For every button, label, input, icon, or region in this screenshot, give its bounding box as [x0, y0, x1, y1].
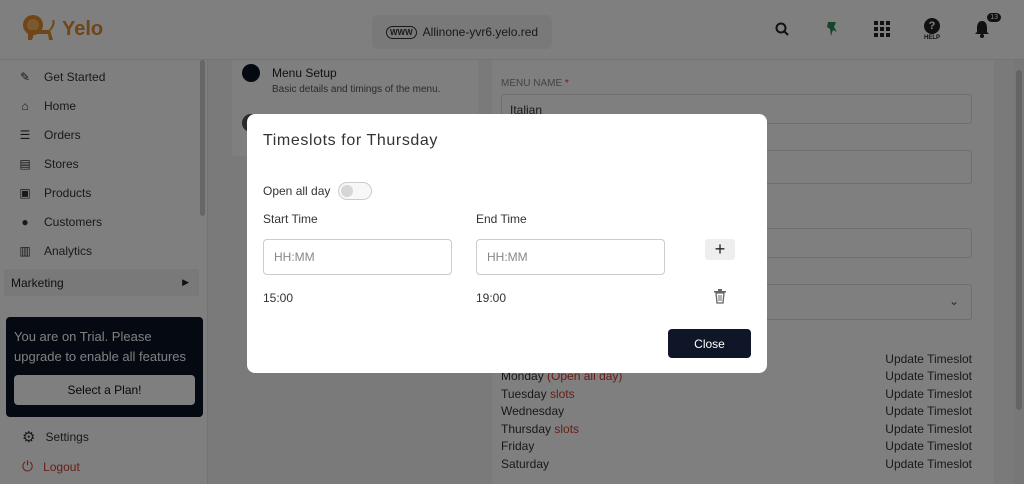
- start-time-input[interactable]: [263, 239, 452, 275]
- open-all-day-label: Open all day: [263, 184, 331, 198]
- toggle-knob: [341, 185, 354, 197]
- open-all-day-toggle[interactable]: [338, 182, 373, 200]
- start-time-label: Start Time: [263, 212, 318, 226]
- end-time-label: End Time: [476, 212, 527, 226]
- open-all-day-row: Open all day: [263, 182, 373, 200]
- timeslots-modal: Timeslots for Thursday Open all day Star…: [247, 114, 767, 373]
- slot-end-time: 19:00: [476, 291, 507, 305]
- modal-title: Timeslots for Thursday: [263, 132, 439, 149]
- slot-start-time: 15:00: [263, 291, 294, 305]
- close-button[interactable]: Close: [668, 329, 751, 358]
- add-timeslot-button[interactable]: +: [705, 239, 735, 260]
- trash-icon[interactable]: [713, 288, 727, 304]
- end-time-input[interactable]: [476, 239, 665, 275]
